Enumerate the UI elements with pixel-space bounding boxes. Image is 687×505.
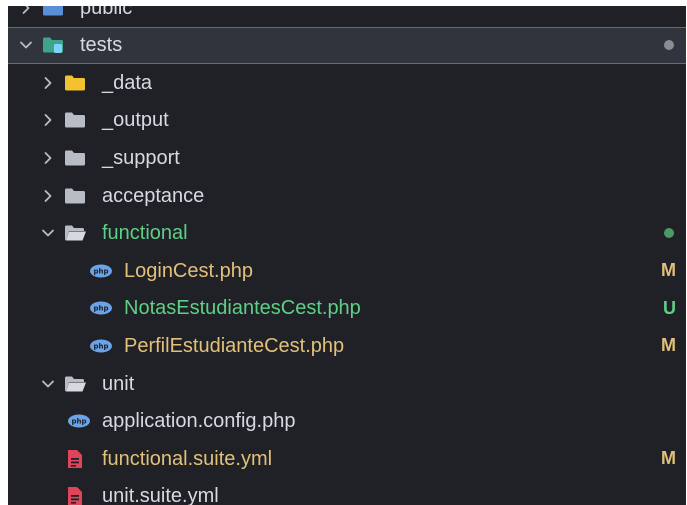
svg-text:php: php [71, 418, 86, 426]
modified-dot-indicator [664, 40, 674, 51]
explorer-panel: public tests _data _output _support acceptanc… [8, 6, 686, 505]
tree-row-data[interactable]: _data [8, 64, 686, 101]
tree-row-label: LoginCest.php [124, 259, 253, 282]
chevron-right-icon[interactable] [40, 112, 56, 128]
php-icon: php [89, 261, 113, 281]
tree-row-output[interactable]: _output [8, 102, 686, 139]
svg-text:php: php [93, 267, 108, 275]
svg-text:php: php [93, 305, 108, 313]
tree-row-support[interactable]: _support [8, 139, 686, 176]
tree-row-unit-suite-yml[interactable]: unit.suite.yml [8, 478, 686, 505]
tree-row-label: unit [102, 372, 135, 395]
chevron-down-icon[interactable] [40, 225, 56, 241]
tree-row-functional[interactable]: functional [8, 215, 686, 252]
tree-row-label: _data [102, 71, 153, 94]
tree-row-label: functional [102, 222, 188, 245]
tree-row-application-config-php[interactable]: php application.config.php [8, 403, 686, 440]
chevron-down-icon[interactable] [40, 376, 56, 392]
tree-row-label: _output [102, 109, 169, 132]
php-icon: php [67, 411, 91, 431]
yml-file-icon [63, 486, 87, 505]
tree-row-label: PerfilEstudianteCest.php [124, 334, 345, 357]
folder-icon [63, 110, 87, 130]
folder-open-icon [63, 223, 87, 243]
modified-dot-indicator [664, 228, 674, 239]
tree-row-label: _support [102, 146, 180, 169]
tree-row-notasestudiantescest-php[interactable]: php NotasEstudiantesCest.php U [8, 290, 686, 327]
folder-blue-icon [41, 6, 65, 18]
chevron-right-icon[interactable] [40, 150, 56, 166]
tree-row-tests[interactable]: tests [8, 26, 686, 64]
tree-row-perfilestudiantecest-php[interactable]: php PerfilEstudianteCest.php M [8, 327, 686, 364]
chevron-right-icon[interactable] [40, 188, 56, 204]
yml-file-icon [63, 449, 87, 469]
tree-row-label: NotasEstudiantesCest.php [124, 297, 361, 320]
chevron-right-icon[interactable] [40, 75, 56, 91]
tree-row-unit[interactable]: unit [8, 365, 686, 402]
chevron-down-icon[interactable] [18, 37, 34, 53]
folder-icon [63, 148, 87, 168]
folder-yellow-icon [63, 73, 87, 93]
tree-row-acceptance[interactable]: acceptance [8, 177, 686, 214]
tree-row-label: acceptance [102, 184, 205, 207]
chevron-right-icon[interactable] [18, 6, 34, 16]
folder-test-icon [41, 35, 65, 55]
tree-row-functional-suite-yml[interactable]: functional.suite.yml M [8, 440, 686, 477]
tree-row-label: unit.suite.yml [102, 485, 219, 505]
folder-open-icon [63, 374, 87, 394]
git-status-badge: U [663, 297, 676, 318]
tree-row-label: application.config.php [102, 410, 296, 433]
php-icon: php [89, 336, 113, 356]
tree-row-label: functional.suite.yml [102, 447, 273, 470]
tree-row-label: public [80, 6, 133, 19]
git-status-badge: M [661, 448, 676, 469]
tree-row-logincest-php[interactable]: php LoginCest.php M [8, 252, 686, 289]
tree-row-label: tests [80, 34, 123, 57]
php-icon: php [89, 298, 113, 318]
folder-icon [63, 186, 87, 206]
svg-text:php: php [93, 342, 108, 350]
tree-row-public[interactable]: public [8, 6, 686, 26]
git-status-badge: M [661, 260, 676, 281]
git-status-badge: M [661, 335, 676, 356]
